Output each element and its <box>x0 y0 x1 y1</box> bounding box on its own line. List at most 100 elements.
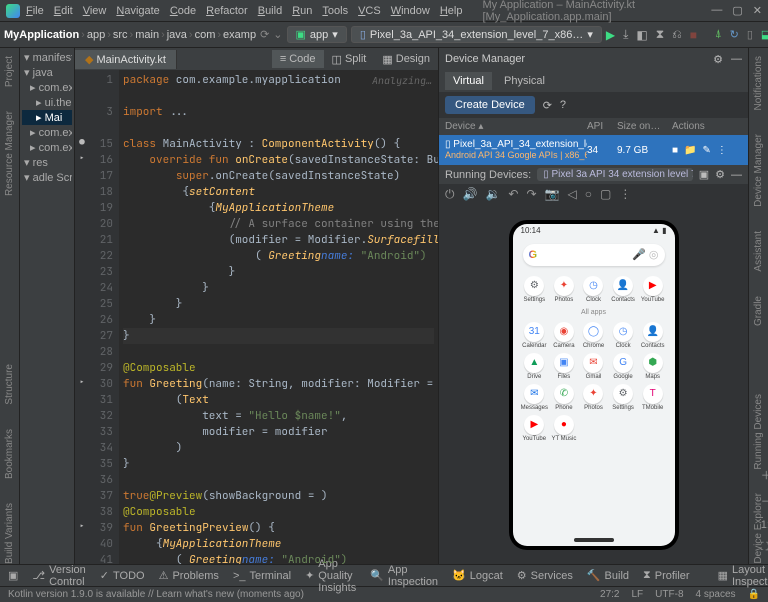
view-mode-design[interactable]: ▦ Design <box>374 50 438 69</box>
menu-tools[interactable]: Tools <box>322 5 348 17</box>
pin-icon[interactable]: ▣ <box>699 168 709 181</box>
status-message[interactable]: Kotlin version 1.9.0 is available // Lea… <box>8 589 304 600</box>
gear-icon[interactable]: ⚙ <box>715 168 725 181</box>
app-camera[interactable]: ◉Camera <box>550 322 578 349</box>
menu-run[interactable]: Run <box>292 5 312 17</box>
run-icon[interactable]: ▶ <box>606 28 615 42</box>
gear-icon[interactable]: ⚙ <box>713 53 723 66</box>
crumb-main[interactable]: main <box>135 29 159 41</box>
create-device-button[interactable]: Create Device <box>445 96 535 114</box>
volume-down-icon[interactable]: 🔉 <box>485 187 500 202</box>
app-calendar[interactable]: 31Calendar <box>521 322 549 349</box>
run-config-dropdown[interactable]: ▣ app▾ <box>287 26 347 43</box>
tool-tab-notifications[interactable]: Notifications <box>753 56 764 110</box>
tool-window-toggle-icon[interactable]: ▣ <box>8 569 18 582</box>
tool-tab-project[interactable]: Project <box>4 56 15 87</box>
crumb-com[interactable]: com <box>195 29 216 41</box>
editor-file-tab[interactable]: ◆ MainActivity.kt <box>75 50 177 69</box>
tool-tab-structure[interactable]: Structure <box>4 364 15 405</box>
app-clock[interactable]: ◷Clock <box>609 322 637 349</box>
lens-icon[interactable]: ◎ <box>649 249 659 261</box>
app-contacts[interactable]: 👤Contacts <box>639 322 667 349</box>
app-photos[interactable]: ✦Photos <box>580 384 608 411</box>
app-youtube[interactable]: ▶YouTube <box>639 276 667 303</box>
read-lock-icon[interactable]: 🔒 <box>748 589 760 600</box>
project-item[interactable]: ▸ com.exa <box>22 125 72 140</box>
menu-view[interactable]: View <box>83 5 107 17</box>
stop-icon[interactable]: ■ <box>690 28 697 42</box>
rotate-left-icon[interactable]: ↶ <box>508 187 518 202</box>
menu-code[interactable]: Code <box>170 5 196 17</box>
menu-help[interactable]: Help <box>440 5 463 17</box>
phone-search-bar[interactable]: G 🎤 ◎ <box>523 244 665 266</box>
overview-icon[interactable]: ▢ <box>600 187 611 202</box>
maximize-icon[interactable]: ▢ <box>732 4 742 17</box>
running-device-dropdown[interactable]: ▯ Pixel 3a API 34 extension level 7 x86 … <box>537 168 693 181</box>
help-icon[interactable]: ? <box>560 99 566 111</box>
tab-physical[interactable]: Physical <box>496 72 553 90</box>
project-item[interactable]: ▸ Mai <box>22 110 72 125</box>
vcs-icon[interactable]: ⍋ <box>715 28 722 41</box>
crumb-java[interactable]: java <box>167 29 187 41</box>
phone-nav-pill[interactable] <box>574 538 614 542</box>
app-drive[interactable]: ▲Drive <box>521 353 549 380</box>
project-item[interactable]: ▾ java <box>22 65 72 80</box>
sdk-icon[interactable]: ⬓ <box>761 28 768 41</box>
file-encoding[interactable]: UTF-8 <box>655 589 683 600</box>
stop-device-icon[interactable]: ■ <box>672 145 678 156</box>
folder-icon[interactable]: 📁 <box>684 145 696 156</box>
project-item[interactable]: ▾ res <box>22 155 72 170</box>
code-editor[interactable]: ●▸▸▸ 13151617181920212223242526272829303… <box>75 70 438 564</box>
screenshot-icon[interactable]: 📷 <box>545 187 560 202</box>
coverage-icon[interactable]: ◧ <box>636 28 647 42</box>
edit-icon[interactable]: ✎ <box>703 145 711 156</box>
hide-icon[interactable]: — <box>731 53 742 66</box>
tool-tab-bookmarks[interactable]: Bookmarks <box>4 429 15 479</box>
app-settings[interactable]: ⚙Settings <box>609 384 637 411</box>
app-google[interactable]: GGoogle <box>609 353 637 380</box>
power-icon[interactable]: ⏻ <box>445 187 455 202</box>
breadcrumb[interactable]: MyApplication › app › src › main › java … <box>4 29 256 41</box>
app-yt-music[interactable]: ●YT Music <box>550 415 578 442</box>
menu-refactor[interactable]: Refactor <box>206 5 248 17</box>
project-item[interactable]: ▾ adle Scripts <box>22 170 72 185</box>
app-files[interactable]: ▣Files <box>550 353 578 380</box>
menu-navigate[interactable]: Navigate <box>116 5 159 17</box>
project-tool-window[interactable]: ▾ manifests▾ java▸ com.exa▸ ui.the▸ Mai▸… <box>20 48 75 564</box>
crumb-examp[interactable]: examp <box>223 29 256 41</box>
minimize-icon[interactable]: — <box>711 4 722 17</box>
layout-inspector-tab[interactable]: ▦ Layout Inspector <box>718 564 768 588</box>
crumb-app[interactable]: app <box>87 29 105 41</box>
project-item[interactable]: ▸ com.exa <box>22 80 72 95</box>
profile-icon[interactable]: ⧗ <box>656 27 664 42</box>
tool-tab-device-explorer[interactable]: Device Explorer <box>753 493 764 564</box>
close-icon[interactable]: ✕ <box>753 4 762 17</box>
view-mode-split[interactable]: ◫ Split <box>324 50 375 69</box>
crumb-src[interactable]: src <box>113 29 128 41</box>
view-mode-code[interactable]: ≡ Code <box>272 50 324 68</box>
app-chrome[interactable]: ◯Chrome <box>580 322 608 349</box>
app-clock[interactable]: ◷Clock <box>580 276 608 303</box>
tool-tab-gradle[interactable]: Gradle <box>753 296 764 326</box>
caret-position[interactable]: 27:2 <box>600 589 619 600</box>
app-settings[interactable]: ⚙Settings <box>521 276 549 303</box>
emulator-view[interactable]: 10:14 ▲ ▮ G 🎤 ◎ ⚙Settings✦Photos◷Clock👤C… <box>439 205 748 564</box>
crumb-myapplication[interactable]: MyApplication <box>4 29 79 41</box>
avd-icon[interactable]: ▯ <box>747 28 753 41</box>
back-icon[interactable]: ◁ <box>567 187 576 202</box>
app-contacts[interactable]: 👤Contacts <box>609 276 637 303</box>
sync-gradle-icon[interactable]: ↻ <box>730 28 739 41</box>
sync-icon[interactable]: ⟳ <box>260 28 269 41</box>
menu-edit[interactable]: Edit <box>54 5 73 17</box>
tool-tab-build-variants[interactable]: Build Variants <box>4 503 15 564</box>
menu-build[interactable]: Build <box>258 5 282 17</box>
more-icon[interactable]: ⋮ <box>619 187 631 202</box>
tab-virtual[interactable]: Virtual <box>445 72 492 90</box>
attach-icon[interactable]: ⎌ <box>672 27 682 42</box>
refresh-icon[interactable]: ⟳ <box>543 99 552 112</box>
menu-window[interactable]: Window <box>391 5 430 17</box>
app-youtube[interactable]: ▶YouTube <box>521 415 549 442</box>
rotate-right-icon[interactable]: ↷ <box>526 187 536 202</box>
more-icon[interactable]: ⋮ <box>717 145 727 156</box>
app-maps[interactable]: ⬢Maps <box>639 353 667 380</box>
